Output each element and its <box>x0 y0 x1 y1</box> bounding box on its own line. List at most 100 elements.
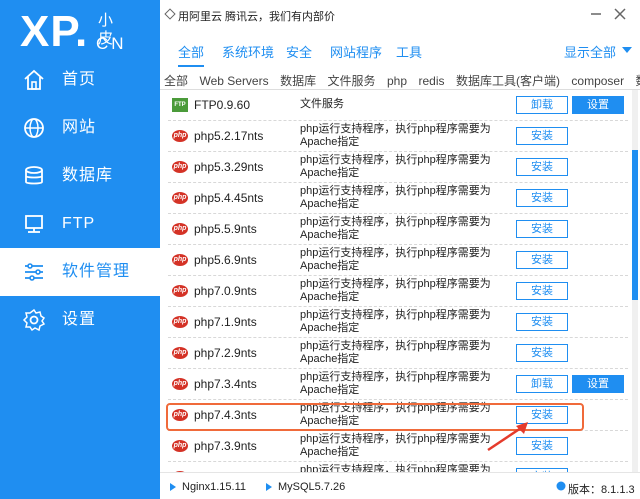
software-name: php7.1.9nts <box>194 315 257 329</box>
software-description: php运行支持程序，执行php程序需要为Apache指定 <box>300 185 491 210</box>
settings-button[interactable]: 设置 <box>572 96 624 114</box>
subtab-php[interactable]: php <box>383 70 410 88</box>
subtab-composer[interactable]: composer <box>567 70 627 88</box>
sidebar-item-label: 设置 <box>62 311 97 328</box>
software-name: php7.2.9nts <box>194 346 257 360</box>
list-item: php php5.5.9nts php运行支持程序，执行php程序需要为Apache… <box>168 214 628 245</box>
home-icon <box>24 69 44 90</box>
show-all-dropdown[interactable]: 显示全部 <box>564 42 616 61</box>
php-logo-icon: php <box>172 192 188 204</box>
php-logo-icon: php <box>172 347 188 359</box>
sidebar-item-label: 数据库 <box>62 167 114 184</box>
subtab-db-tools[interactable]: 数据库工具 <box>632 68 640 89</box>
php-logo-icon: php <box>172 161 188 173</box>
software-description: php运行支持程序，执行php程序需要为Apache指定 <box>300 340 491 365</box>
software-name: php7.3.4nts <box>194 377 257 391</box>
sidebar-item-label: FTP <box>62 215 96 232</box>
software-description: php运行支持程序，执行php程序需要为Apache指定 <box>300 247 491 272</box>
promo-message[interactable]: 用阿里云 腾讯云，我们有内部价 <box>178 8 335 24</box>
software-description: php运行支持程序，执行php程序需要为Apache指定 <box>300 371 491 396</box>
sliders-icon <box>25 263 43 281</box>
php-logo-icon: php <box>172 254 188 266</box>
version-label: 版本：8.1.1.3 <box>568 484 635 496</box>
php-logo-icon: php <box>172 378 188 390</box>
tab-website-programs[interactable]: 网站程序 <box>330 42 382 61</box>
software-name: php5.3.29nts <box>194 160 264 174</box>
scrollbar-thumb[interactable] <box>632 150 638 300</box>
php-logo-icon: php <box>172 130 188 142</box>
ftp-logo-icon: FTP <box>172 98 188 112</box>
subtab-web-servers[interactable]: Web Servers <box>195 70 271 88</box>
list-item: php php5.6.9nts php运行支持程序，执行php程序需要为Apache… <box>168 245 628 276</box>
sidebar-item-home[interactable]: 首页 <box>0 56 160 104</box>
software-description: php运行支持程序，执行php程序需要为Apache指定 <box>300 309 491 334</box>
list-item: php php7.1.9nts php运行支持程序，执行php程序需要为Apache… <box>168 307 628 338</box>
install-button[interactable]: 安装 <box>516 189 568 207</box>
nginx-status[interactable]: Nginx1.15.11 <box>182 481 246 493</box>
list-item: php php7.2.9nts php运行支持程序，执行php程序需要为Apache… <box>168 338 628 369</box>
pointer-arrow-icon <box>487 422 528 452</box>
install-button[interactable]: 安装 <box>516 158 568 176</box>
title-bar: 用阿里云 腾讯云，我们有内部价 <box>160 0 640 30</box>
list-item: php php5.4.45nts php运行支持程序，执行php程序需要为Apach… <box>168 183 628 214</box>
sidebar-item-settings[interactable]: 设置 <box>0 296 160 344</box>
gear-icon <box>22 308 46 332</box>
mysql-status[interactable]: MySQL5.7.26 <box>278 481 345 493</box>
install-button[interactable]: 安装 <box>516 313 568 331</box>
sidebar-item-database[interactable]: 数据库 <box>0 152 160 200</box>
software-name: php5.4.45nts <box>194 191 264 205</box>
list-item: php php5.3.29nts php运行支持程序，执行php程序需要为Apach… <box>168 152 628 183</box>
sidebar-item-website[interactable]: 网站 <box>0 104 160 152</box>
sidebar-item-label: 网站 <box>62 119 97 136</box>
subtab-db-tools-client[interactable]: 数据库工具(客户端) <box>452 68 563 89</box>
database-icon <box>25 166 43 185</box>
list-item: php php7.0.9nts php运行支持程序，执行php程序需要为Apache… <box>168 276 628 307</box>
subtab-all[interactable]: 全部 <box>160 68 191 89</box>
php-logo-icon: php <box>172 223 188 235</box>
software-name: FTP0.9.60 <box>194 98 251 112</box>
install-button[interactable]: 安装 <box>516 251 568 269</box>
subtab-database[interactable]: 数据库 <box>276 68 319 89</box>
tab-all[interactable]: 全部 <box>178 42 205 67</box>
install-button[interactable]: 安装 <box>516 220 568 238</box>
list-item: php php7.3.9nts php运行支持程序，执行php程序需要为Apache… <box>168 431 628 462</box>
software-description: php运行支持程序，执行php程序需要为Apache指定 <box>300 216 491 241</box>
install-button[interactable]: 安装 <box>516 344 568 362</box>
sidebar: XP. 小皮 CN 首页 网站 数据库 FTP 软件管理 设置 <box>0 0 160 499</box>
uninstall-button[interactable]: 卸载 <box>516 375 568 393</box>
logo-xp: XP. <box>20 7 89 56</box>
install-button[interactable]: 安装 <box>516 127 568 145</box>
sidebar-item-ftp[interactable]: FTP <box>0 200 160 248</box>
minimize-icon[interactable] <box>586 4 606 24</box>
close-icon[interactable] <box>610 4 630 24</box>
diamond-icon <box>164 8 176 20</box>
install-button[interactable]: 安装 <box>516 282 568 300</box>
play-icon <box>170 483 176 491</box>
uninstall-button[interactable]: 卸载 <box>516 96 568 114</box>
list-item: FTP FTP0.9.60 文件服务 卸载 设置 <box>168 90 628 121</box>
sidebar-item-software[interactable]: 软件管理 <box>0 248 160 296</box>
list-item: php php5.2.17nts php运行支持程序，执行php程序需要为Apach… <box>168 121 628 152</box>
tab-tools[interactable]: 工具 <box>396 42 422 61</box>
tab-security[interactable]: 安全 <box>286 42 312 61</box>
subtab-file-service[interactable]: 文件服务 <box>324 68 379 89</box>
info-icon <box>556 481 566 491</box>
php-logo-icon: php <box>172 316 188 328</box>
category-tabs: 全部 系统环境 安全 网站程序 工具 显示全部 <box>160 36 640 67</box>
software-name: php5.5.9nts <box>194 222 257 236</box>
play-icon <box>266 483 272 491</box>
status-bar: Nginx1.15.11 MySQL5.7.26 版本：8.1.1.3 <box>160 472 640 499</box>
scrollbar[interactable] <box>632 90 638 472</box>
server-icon <box>25 215 43 233</box>
logo-cn: CN <box>96 34 127 53</box>
tab-system-env[interactable]: 系统环境 <box>222 42 274 61</box>
software-name: php7.0.9nts <box>194 284 257 298</box>
php-logo-icon: php <box>172 440 188 452</box>
software-description: php运行支持程序，执行php程序需要为Apache指定 <box>300 154 491 179</box>
software-description: php运行支持程序，执行php程序需要为Apache指定 <box>300 464 491 472</box>
software-description: php运行支持程序，执行php程序需要为Apache指定 <box>300 278 491 303</box>
subtab-redis[interactable]: redis <box>414 70 447 88</box>
settings-button[interactable]: 设置 <box>572 375 624 393</box>
software-name: php5.6.9nts <box>194 253 257 267</box>
sub-tabs: 全部 Web Servers 数据库 文件服务 php redis 数据库工具(… <box>160 68 640 90</box>
